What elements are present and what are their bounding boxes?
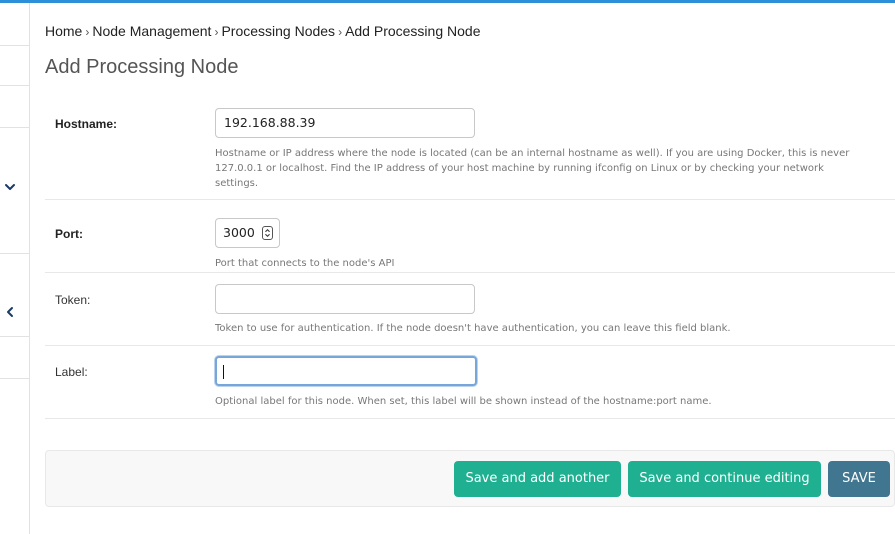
breadcrumb-home[interactable]: Home	[45, 23, 82, 39]
port-help-text: Port that connects to the node's API	[215, 258, 395, 269]
breadcrumb-separator: ›	[214, 25, 219, 39]
port-label: Port:	[55, 227, 83, 241]
chevron-left-icon[interactable]	[2, 304, 18, 320]
breadcrumb: Home › Node Management › Processing Nodes › Ad…	[45, 23, 480, 39]
hostname-input[interactable]: 192.168.88.39	[215, 108, 475, 138]
sidebar-divider	[0, 45, 29, 46]
label-input[interactable]	[215, 356, 477, 386]
breadcrumb-separator: ›	[338, 25, 343, 39]
sidebar-divider	[0, 253, 29, 254]
page-title: Add Processing Node	[45, 56, 239, 78]
spinner-arrows-icon[interactable]	[262, 226, 273, 240]
sidebar-divider	[0, 85, 29, 86]
token-input[interactable]	[215, 284, 475, 314]
sidebar-divider	[0, 336, 29, 337]
form-row-label: Label: Optional label for this node. Whe…	[45, 346, 895, 419]
text-caret	[223, 364, 224, 379]
save-and-add-another-button[interactable]: Save and add another	[454, 461, 621, 497]
form-row-token: Token: Token to use for authentication. …	[45, 273, 895, 346]
hostname-help-text: Hostname or IP address where the node is…	[215, 148, 850, 189]
token-label: Token:	[55, 293, 91, 307]
port-input[interactable]: 3000	[215, 218, 280, 248]
token-help-text: Token to use for authentication. If the …	[215, 323, 731, 334]
hostname-label: Hostname:	[55, 117, 118, 131]
save-and-continue-editing-button[interactable]: Save and continue editing	[628, 461, 821, 497]
sidebar-divider	[0, 127, 29, 128]
breadcrumb-node-management[interactable]: Node Management	[92, 23, 211, 39]
top-accent-bar	[0, 0, 895, 3]
submit-row: Save and add another Save and continue e…	[45, 450, 895, 507]
chevron-down-icon[interactable]	[2, 179, 18, 195]
breadcrumb-processing-nodes[interactable]: Processing Nodes	[221, 23, 335, 39]
save-button[interactable]: SAVE	[828, 461, 890, 497]
add-node-form: Hostname: 192.168.88.39 Hostname or IP a…	[45, 92, 895, 419]
sidebar	[0, 3, 30, 534]
breadcrumb-current: Add Processing Node	[345, 23, 481, 39]
label-label: Label:	[55, 365, 88, 379]
label-help-text: Optional label for this node. When set, …	[215, 396, 712, 407]
form-row-port: Port: 3000 Port that connects to the nod…	[45, 200, 895, 273]
breadcrumb-separator: ›	[85, 25, 90, 39]
form-row-hostname: Hostname: 192.168.88.39 Hostname or IP a…	[45, 92, 895, 200]
sidebar-divider	[0, 378, 29, 379]
port-value: 3000	[223, 225, 255, 240]
